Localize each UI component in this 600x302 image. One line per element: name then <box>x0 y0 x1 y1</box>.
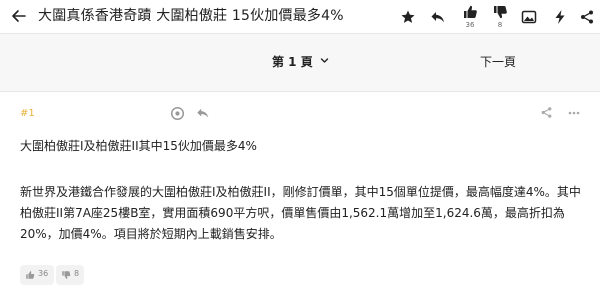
upvote-count: 36 <box>38 269 49 278</box>
downvote-count: 8 <box>74 269 80 278</box>
lightning-icon[interactable] <box>552 9 568 25</box>
post-floor-number: #1 <box>20 108 35 119</box>
post-card: #1 大圍柏傲莊I及柏傲莊II其中15伙加價最多4% 新世界及港鐵合作發展的大圍… <box>0 92 600 302</box>
like-count: 36 <box>465 21 475 29</box>
reply-icon[interactable] <box>430 9 446 25</box>
next-page-link[interactable]: 下一頁 <box>480 55 516 69</box>
eye-icon[interactable] <box>170 106 185 121</box>
page-navigation: 第 1 頁 下一頁 <box>0 34 600 92</box>
star-icon[interactable] <box>400 9 416 25</box>
chevron-down-icon[interactable] <box>320 56 329 65</box>
image-icon[interactable] <box>521 9 537 25</box>
post-line-1: 大圍柏傲莊I及柏傲莊II其中15伙加價最多4% <box>20 139 257 153</box>
share-icon[interactable] <box>540 106 553 119</box>
share-icon[interactable] <box>579 9 595 25</box>
upvote-button[interactable]: 36 <box>20 265 54 285</box>
thread-header: 大圍真係香港奇蹟 大圍柏傲莊 15伙加價最多4% 36 8 <box>0 0 600 34</box>
reply-icon[interactable] <box>196 106 210 120</box>
more-icon[interactable] <box>568 111 580 115</box>
dislike-count: 8 <box>497 21 503 29</box>
thumb-down-icon[interactable] <box>492 4 508 20</box>
thread-title: 大圍真係香港奇蹟 大圍柏傲莊 15伙加價最多4% <box>38 8 344 24</box>
thumb-down-icon <box>62 271 71 279</box>
page-selector[interactable]: 第 1 頁 <box>272 55 313 69</box>
thumb-up-icon <box>26 271 35 279</box>
thumb-up-icon[interactable] <box>462 4 478 20</box>
downvote-button[interactable]: 8 <box>56 265 84 285</box>
post-paragraph-2: 新世界及港鐵合作發展的大圍柏傲莊I及柏傲莊II，剛修訂價單，其中15個單位提價，… <box>20 185 581 241</box>
back-arrow-icon[interactable] <box>10 7 28 25</box>
